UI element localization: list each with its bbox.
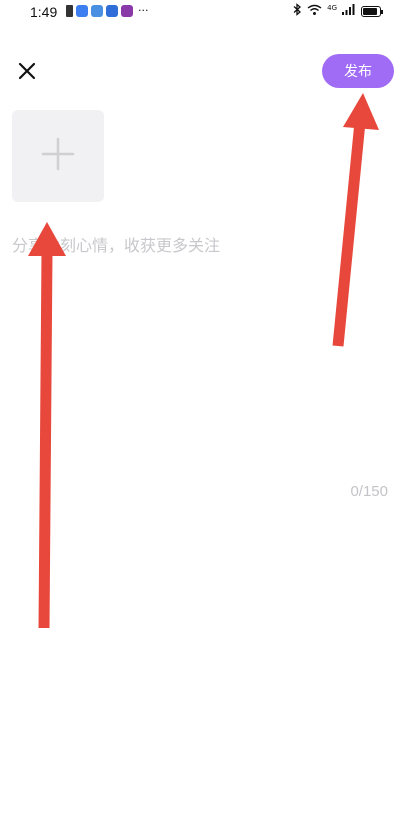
char-counter: 0/150 bbox=[350, 483, 388, 500]
close-icon bbox=[17, 61, 37, 85]
signal-icon bbox=[342, 4, 356, 19]
plus-icon bbox=[41, 137, 75, 175]
system-icons: 4G bbox=[293, 3, 383, 20]
notification-icons: ··· bbox=[66, 5, 149, 17]
cloud-app-icon bbox=[76, 5, 88, 17]
sim-icon bbox=[66, 5, 73, 17]
cloud-app-icon-2 bbox=[106, 5, 118, 17]
status-time: 1:49 bbox=[30, 4, 58, 20]
close-button[interactable] bbox=[12, 58, 42, 88]
wifi-icon bbox=[307, 4, 322, 20]
publish-button[interactable]: 发布 bbox=[322, 54, 394, 88]
status-bar: 1:49 ··· 4G bbox=[0, 0, 405, 24]
more-notifications: ··· bbox=[138, 4, 149, 17]
gallery-app-icon bbox=[91, 5, 103, 17]
video-app-icon bbox=[121, 5, 133, 17]
add-image-button[interactable] bbox=[12, 110, 104, 202]
mood-text-input[interactable] bbox=[12, 232, 392, 472]
bluetooth-icon bbox=[293, 3, 302, 20]
network-type: 4G bbox=[327, 3, 337, 12]
battery-icon bbox=[361, 6, 383, 17]
